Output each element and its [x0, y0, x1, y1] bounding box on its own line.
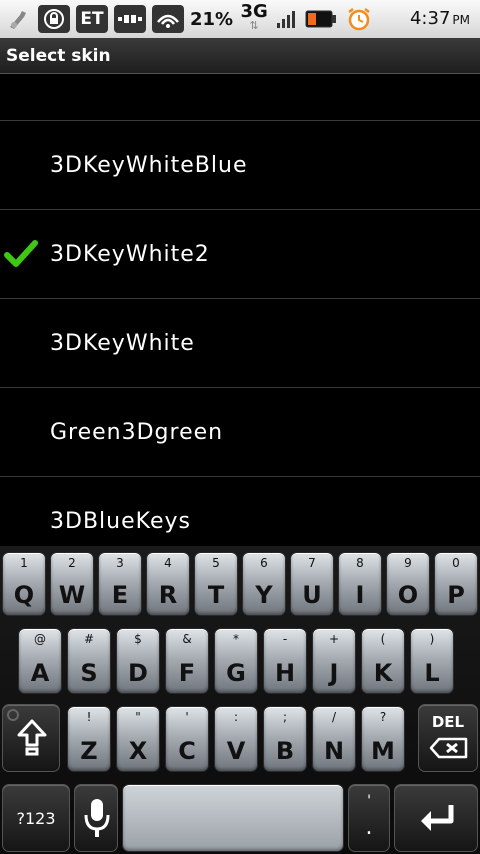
key-r[interactable]: 4R: [146, 552, 190, 616]
space-key[interactable]: [122, 784, 344, 852]
key-f[interactable]: & F: [165, 628, 209, 694]
key-w[interactable]: 2W: [50, 552, 94, 616]
key-t[interactable]: 5T: [194, 552, 238, 616]
enter-arrow-icon: [421, 805, 454, 831]
key-h[interactable]: -H: [263, 628, 307, 694]
lock-icon: [38, 5, 70, 33]
key-l[interactable]: ) L: [410, 628, 454, 694]
shift-arrow-icon: [17, 719, 47, 756]
symbols-key[interactable]: ?123: [2, 784, 70, 852]
key-n[interactable]: / N: [312, 706, 356, 772]
list-item[interactable]: 3DKeyWhiteBlue: [0, 121, 480, 210]
key-c[interactable]: ' C: [165, 706, 209, 772]
voice-input-key[interactable]: [74, 784, 118, 852]
backspace-icon: [429, 737, 468, 759]
dialog-title: Select skin: [0, 38, 480, 74]
skin-list: 3DKeyWhiteBlue 3DKeyWhite2 3DKeyWhite Gr…: [0, 75, 480, 545]
key-y[interactable]: 6Y: [242, 552, 286, 616]
key-m[interactable]: ? M: [361, 706, 405, 772]
skin-label: Green3Dgreen: [50, 419, 224, 445]
key-p[interactable]: 0P: [434, 552, 478, 616]
microphone-icon: [84, 799, 110, 837]
list-item[interactable]: Green3Dgreen: [0, 388, 480, 477]
network-type: 3G ⇅: [240, 1, 268, 33]
key-b[interactable]: ; B: [263, 706, 307, 772]
soft-keyboard: 1Q 2W 3E 4R 5T 6Y 7U 8I 9O 0P @ A # S $ D &…: [0, 546, 480, 854]
list-item[interactable]: 3DKeyWhite2: [0, 210, 480, 299]
status-clock: 4:37 PM: [409, 8, 470, 29]
key-k[interactable]: (K: [361, 628, 405, 694]
battery-icon: [303, 5, 339, 33]
skin-label: 3DKeyWhite: [50, 330, 195, 356]
punctuation-main: .: [365, 815, 373, 840]
symbols-label: ?123: [16, 809, 56, 828]
list-item[interactable]: 3DBlueKeys: [0, 477, 480, 545]
key-z[interactable]: ! Z: [67, 706, 111, 772]
list-item[interactable]: [0, 75, 480, 121]
delete-key[interactable]: DEL: [418, 704, 478, 772]
status-bar: ET 21% 3G ⇅ 4:37 PM: [0, 0, 480, 38]
battery-percent: 21%: [190, 8, 234, 30]
shift-key[interactable]: [2, 704, 60, 772]
voicemail-icon: [114, 5, 146, 33]
skin-label: 3DKeyWhiteBlue: [50, 152, 248, 178]
key-i[interactable]: 8I: [338, 552, 382, 616]
et-badge: ET: [76, 5, 108, 33]
alarm-clock-icon: [345, 5, 373, 33]
key-o[interactable]: 9O: [386, 552, 430, 616]
key-u[interactable]: 7U: [290, 552, 334, 616]
skin-label: 3DBlueKeys: [50, 509, 191, 534]
key-q[interactable]: 1Q: [2, 552, 46, 616]
shift-indicator-icon: [7, 709, 19, 721]
signal-bars-icon: [275, 5, 297, 33]
key-s[interactable]: # S: [67, 628, 111, 694]
punctuation-key[interactable]: ' .: [348, 784, 390, 852]
wifi-signal-icon: [152, 5, 184, 33]
enter-key[interactable]: [394, 784, 478, 852]
key-j[interactable]: + J: [312, 628, 356, 694]
key-x[interactable]: " X: [116, 706, 160, 772]
key-e[interactable]: 3E: [98, 552, 142, 616]
checkmark-icon: [4, 240, 38, 267]
key-d[interactable]: $ D: [116, 628, 160, 694]
usb-debug-icon: [4, 5, 32, 33]
list-item[interactable]: 3DKeyWhite: [0, 299, 480, 388]
delete-label: DEL: [431, 713, 465, 731]
punctuation-sub: ': [367, 793, 371, 809]
key-v[interactable]: :V: [214, 706, 258, 772]
skin-label: 3DKeyWhite2: [50, 241, 210, 267]
key-g[interactable]: * G: [214, 628, 258, 694]
key-a[interactable]: @ A: [18, 628, 62, 694]
